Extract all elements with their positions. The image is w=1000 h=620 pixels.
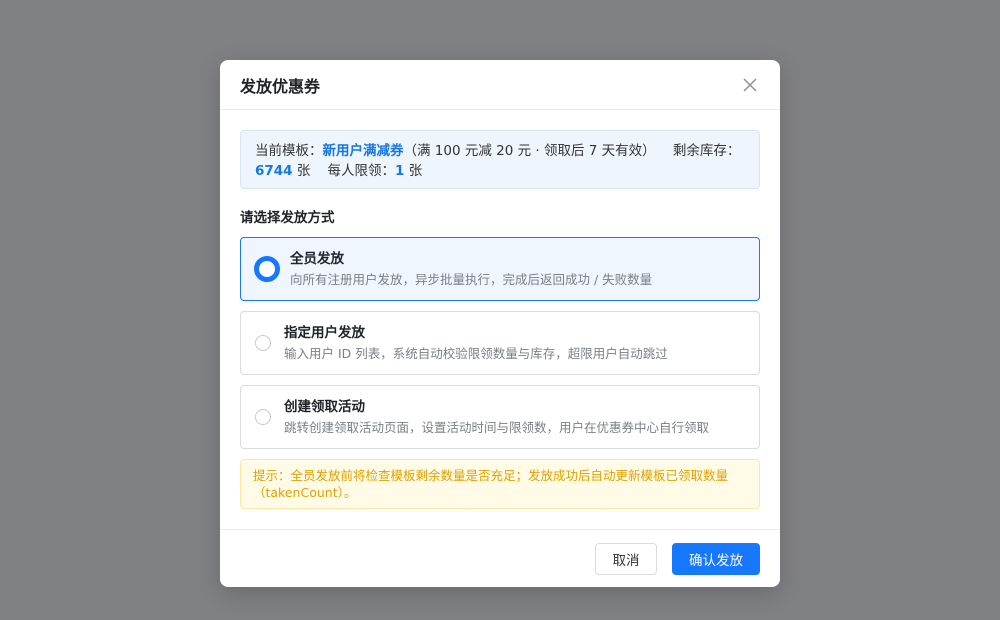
option-description: 输入用户 ID 列表，系统自动校验限领数量与库存，超限用户自动跳过 [284,345,668,361]
section-title: 请选择发放方式 [240,210,335,226]
option-title: 全员发放 [290,250,344,267]
template-label: 当前模板： [255,143,323,159]
option-description: 向所有注册用户发放，异步批量执行，完成后返回成功 / 失败数量 [290,271,653,287]
close-button[interactable] [740,75,760,95]
radio-unchecked-icon[interactable] [255,335,271,351]
option-create-activity[interactable]: 创建领取活动 跳转创建领取活动页面，设置活动时间与限领数，用户在优惠券中心自行领… [240,385,760,449]
confirm-issue-button[interactable]: 确认发放 [672,542,760,575]
stock-unit: 张 [292,163,311,179]
stock-label: 剩余库存： [672,143,741,159]
option-text: 全员发放 向所有注册用户发放，异步批量执行，完成后返回成功 / 失败数量 [290,250,652,289]
option-all-users[interactable]: 全员发放 向所有注册用户发放，异步批量执行，完成后返回成功 / 失败数量 [240,237,760,301]
radio-unchecked-icon[interactable] [255,409,271,425]
dialog-body: 当前模板：新用户满减券（满 100 元减 20 元 · 领取后 7 天有效） 剩… [220,110,780,509]
issue-coupon-dialog: 发放优惠券 当前模板：新用户满减券（满 100 元减 20 元 · 领取后 7 … [220,60,780,587]
cancel-button[interactable]: 取消 [595,542,657,575]
dialog-header: 发放优惠券 [220,60,780,110]
limit-label: 每人限领： [327,163,396,179]
limit-unit: 张 [404,163,423,179]
dialog-footer: 取消 确认发放 [220,529,780,587]
tip-alert: 提示：全员发放前将检查模板剩余数量是否充足；发放成功后自动更新模板已领取数量（t… [240,459,760,509]
template-detail: （满 100 元减 20 元 · 领取后 7 天有效） [403,143,656,159]
option-title: 指定用户发放 [284,324,365,341]
radio-checked-icon[interactable] [254,256,280,282]
option-description: 跳转创建领取活动页面，设置活动时间与限领数，用户在优惠券中心自行领取 [284,419,710,435]
option-title: 创建领取活动 [284,398,365,415]
close-icon [743,78,757,91]
template-info-box: 当前模板：新用户满减券（满 100 元减 20 元 · 领取后 7 天有效） 剩… [240,130,760,189]
option-text: 指定用户发放 输入用户 ID 列表，系统自动校验限领数量与库存，超限用户自动跳过 [284,324,668,363]
dialog-title: 发放优惠券 [240,76,321,96]
template-name: 新用户满减券 [322,143,404,159]
option-text: 创建领取活动 跳转创建领取活动页面，设置活动时间与限领数，用户在优惠券中心自行领… [284,398,709,437]
stock-value: 6744 [255,163,293,179]
option-specified-users[interactable]: 指定用户发放 输入用户 ID 列表，系统自动校验限领数量与库存，超限用户自动跳过 [240,311,760,375]
